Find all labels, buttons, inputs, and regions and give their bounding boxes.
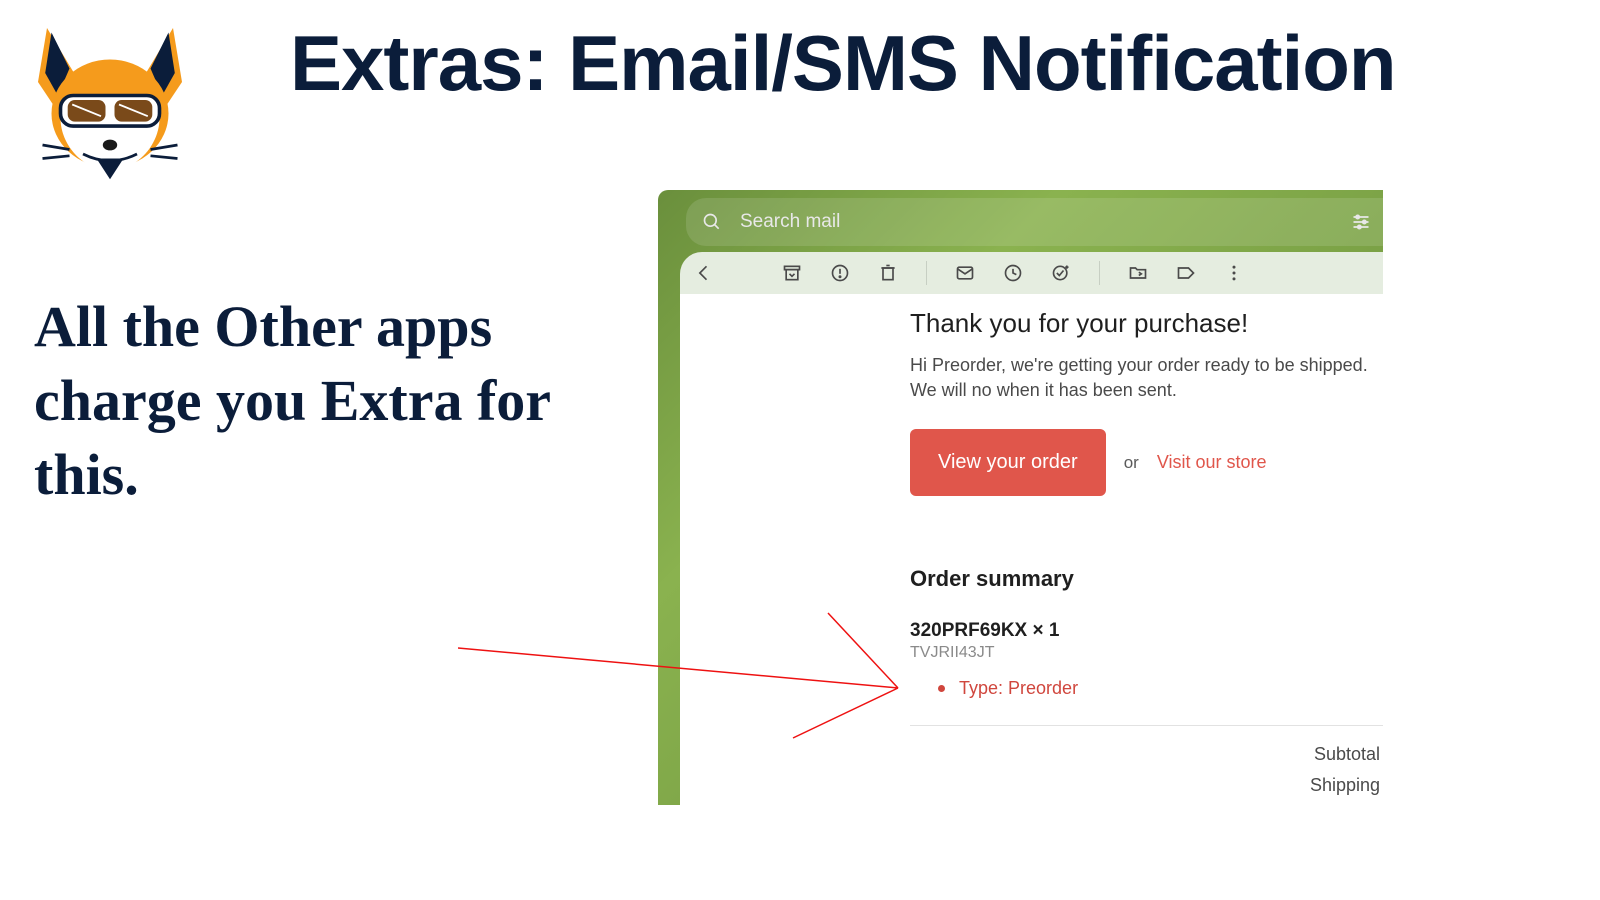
email-client: Search mail Thank you for your purchase!…: [658, 190, 1383, 805]
mail-toolbar: [680, 252, 1383, 294]
fox-logo: [20, 10, 200, 190]
order-bullet: Type: Preorder: [959, 678, 1078, 699]
order-sku: TVJRII43JT: [910, 644, 1383, 662]
slide-copy: All the Other apps charge you Extra for …: [34, 290, 594, 513]
or-text: or: [1124, 453, 1139, 473]
divider: [910, 725, 1383, 726]
delete-icon[interactable]: [878, 263, 898, 283]
cta-row: View your order or Visit our store: [910, 429, 1383, 496]
shipping-label: Shipping: [910, 775, 1380, 796]
subtotal-label: Subtotal: [910, 744, 1380, 765]
add-task-icon[interactable]: [1051, 263, 1071, 283]
order-bullet-row: Type: Preorder: [910, 678, 1383, 699]
mark-unread-icon[interactable]: [955, 263, 975, 283]
order-summary-heading: Order summary: [910, 566, 1383, 592]
mail-subject: Thank you for your purchase!: [910, 308, 1383, 339]
mail-intro: Hi Preorder, we're getting your order re…: [910, 353, 1383, 403]
more-icon[interactable]: [1224, 263, 1244, 283]
search-icon: [702, 212, 722, 232]
mail-body: Thank you for your purchase! Hi Preorder…: [680, 294, 1383, 805]
tune-icon[interactable]: [1351, 212, 1371, 232]
move-icon[interactable]: [1128, 263, 1148, 283]
archive-icon[interactable]: [782, 263, 802, 283]
snooze-icon[interactable]: [1003, 263, 1023, 283]
order-item: 320PRF69KX × 1: [910, 620, 1383, 642]
back-icon[interactable]: [694, 263, 714, 283]
search-bar[interactable]: Search mail: [686, 198, 1383, 246]
search-placeholder: Search mail: [740, 211, 840, 233]
slide-title: Extras: Email/SMS Notification: [290, 18, 1396, 109]
view-order-button[interactable]: View your order: [910, 429, 1106, 496]
toolbar-divider: [926, 261, 927, 285]
bullet-dot-icon: [938, 685, 945, 692]
toolbar-divider: [1099, 261, 1100, 285]
label-icon[interactable]: [1176, 263, 1196, 283]
visit-store-link[interactable]: Visit our store: [1157, 452, 1267, 473]
spam-icon[interactable]: [830, 263, 850, 283]
